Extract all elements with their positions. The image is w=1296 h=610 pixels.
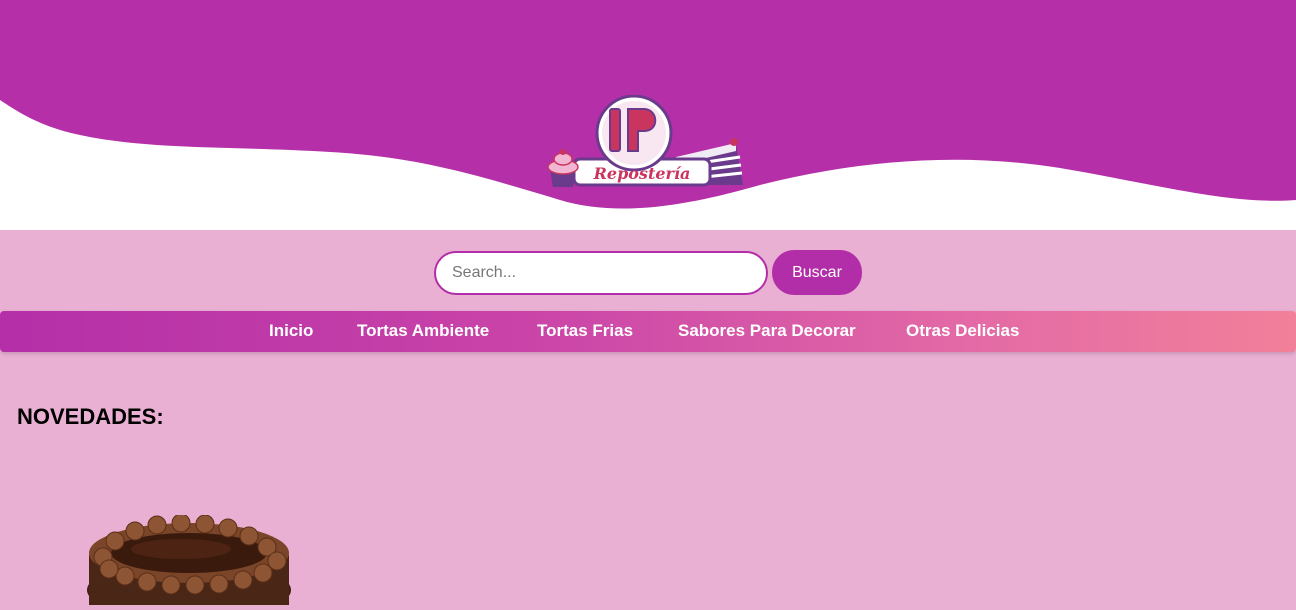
cupcake-icon bbox=[547, 149, 579, 187]
nav-item-inicio[interactable]: Inicio bbox=[269, 311, 313, 352]
main-nav: Inicio Tortas Ambiente Tortas Frias Sabo… bbox=[0, 311, 1296, 352]
nav-item-tortas-ambiente[interactable]: Tortas Ambiente bbox=[357, 311, 489, 352]
nav-item-tortas-frias[interactable]: Tortas Frias bbox=[537, 311, 633, 352]
site-header: Repostería bbox=[0, 0, 1296, 230]
section-title: NOVEDADES: bbox=[17, 404, 164, 429]
product-image-chocolate-cake[interactable] bbox=[85, 513, 295, 610]
logo-word: Repostería bbox=[593, 164, 691, 183]
search-input[interactable] bbox=[434, 251, 768, 295]
search-button[interactable]: Buscar bbox=[772, 250, 862, 295]
search-bar: Buscar bbox=[0, 250, 1296, 296]
nav-item-sabores-para-decorar[interactable]: Sabores Para Decorar bbox=[678, 311, 856, 352]
nav-item-otras-delicias[interactable]: Otras Delicias bbox=[906, 311, 1019, 352]
brand-logo[interactable]: Repostería bbox=[546, 94, 746, 195]
